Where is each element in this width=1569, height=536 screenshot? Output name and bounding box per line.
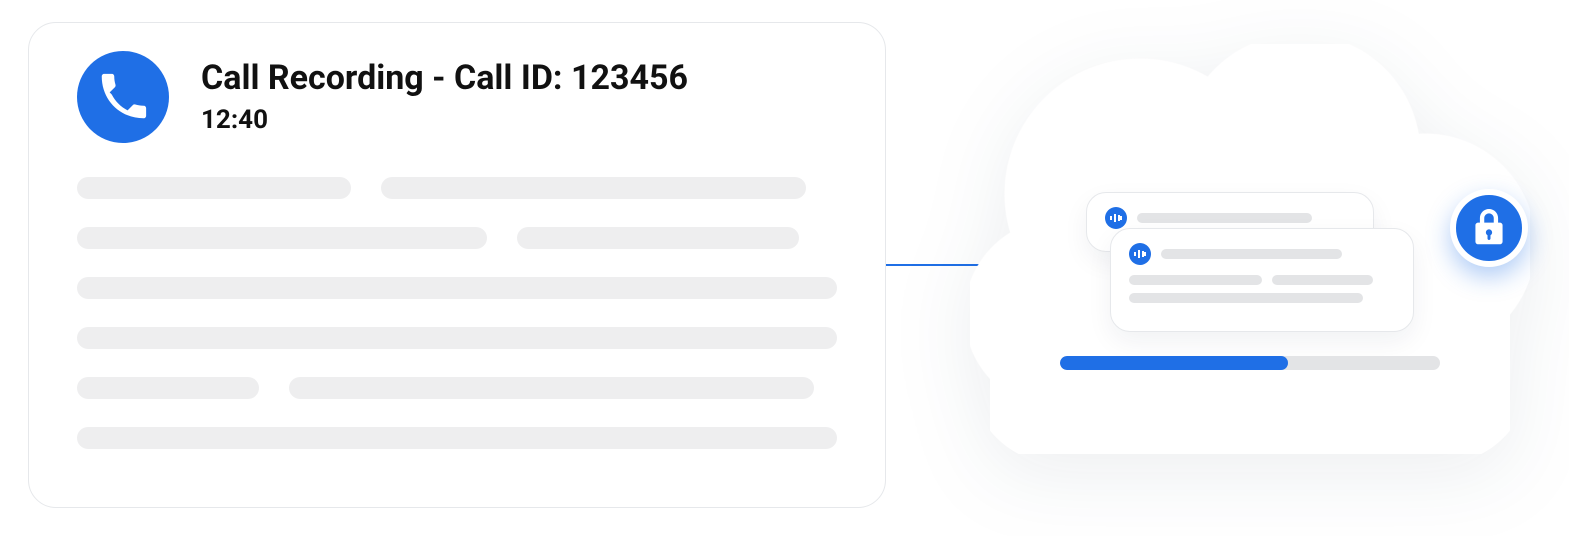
placeholder-row (77, 327, 837, 349)
placeholder-bar (77, 377, 259, 399)
mini-card-title-placeholder (1161, 249, 1342, 259)
upload-progress-bar (1060, 356, 1440, 370)
mini-card-title-placeholder (1137, 213, 1312, 223)
placeholder-bar (77, 177, 351, 199)
placeholder-bar (77, 277, 837, 299)
placeholder-row (77, 427, 837, 449)
soundwave-icon (1129, 243, 1151, 265)
placeholder-bar (77, 227, 487, 249)
placeholder-bar (1129, 275, 1262, 285)
placeholder-bar (517, 227, 798, 249)
placeholder-bar (77, 327, 837, 349)
placeholder-bar (77, 427, 837, 449)
placeholder-row (77, 177, 837, 199)
soundwave-icon (1105, 207, 1127, 229)
call-title: Call Recording - Call ID: 123456 (201, 59, 688, 98)
cloud-storage-graphic (970, 44, 1530, 494)
placeholder-row (77, 377, 837, 399)
call-duration: 12:40 (201, 105, 688, 135)
call-card-titles: Call Recording - Call ID: 123456 12:40 (201, 59, 688, 134)
placeholder-bar (1272, 275, 1373, 285)
transcript-placeholder (77, 177, 837, 449)
placeholder-row (77, 277, 837, 299)
lock-icon (1450, 189, 1528, 267)
phone-icon (77, 51, 169, 143)
call-recording-card: Call Recording - Call ID: 123456 12:40 (28, 22, 886, 508)
placeholder-bar (381, 177, 807, 199)
upload-progress-fill (1060, 356, 1288, 370)
placeholder-row (77, 227, 837, 249)
placeholder-bar (289, 377, 813, 399)
placeholder-bar (1129, 293, 1363, 303)
mini-card-body-placeholder (1129, 275, 1395, 303)
call-card-header: Call Recording - Call ID: 123456 12:40 (77, 51, 837, 143)
mini-transcript-card-front (1110, 228, 1414, 332)
